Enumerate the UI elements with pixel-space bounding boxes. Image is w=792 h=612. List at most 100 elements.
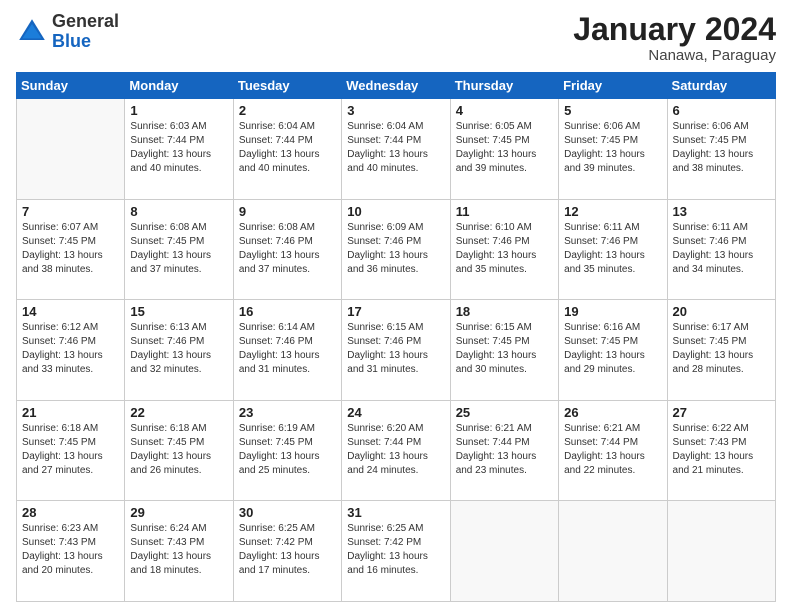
week-row-3: 14Sunrise: 6:12 AMSunset: 7:46 PMDayligh…	[17, 300, 776, 401]
day-cell: 24Sunrise: 6:20 AMSunset: 7:44 PMDayligh…	[342, 400, 450, 501]
day-number: 28	[22, 505, 119, 520]
title-block: January 2024 Nanawa, Paraguay	[573, 12, 776, 64]
day-info: Sunrise: 6:18 AMSunset: 7:45 PMDaylight:…	[22, 422, 119, 478]
day-cell: 2 Sunrise: 6:04 AMSunset: 7:44 PMDaylight…	[233, 99, 341, 200]
logo-general: General	[52, 11, 119, 31]
day-cell: 22 Sunrise: 6:18 AMSunset: 7:45 PMDayligh…	[125, 400, 233, 501]
day-info: Sunrise: 6:06 AMSunset: 7:45 PMDaylight:…	[564, 120, 661, 176]
header: General Blue January 2024 Nanawa, Paragu…	[16, 12, 776, 64]
weekday-header-row: Sunday Monday Tuesday Wednesday Thursday…	[17, 73, 776, 99]
day-info: Sunrise: 6:08 AMSunset: 7:45 PMDaylight:…	[130, 221, 227, 277]
logo-text: General Blue	[52, 12, 119, 52]
day-number: 2	[239, 103, 336, 118]
day-info: Sunrise: 6:04 AMSunset: 7:44 PMDaylight:…	[347, 120, 444, 176]
header-monday: Monday	[125, 73, 233, 99]
logo-icon	[16, 16, 48, 48]
day-info: Sunrise: 6:17 AMSunset: 7:45 PMDaylight:…	[673, 321, 770, 377]
day-info: Sunrise: 6:21 AMSunset: 7:44 PMDaylight:…	[456, 422, 553, 478]
week-row-1: 1 Sunrise: 6:03 AMSunset: 7:44 PMDaylight…	[17, 99, 776, 200]
day-cell: 4Sunrise: 6:05 AMSunset: 7:45 PMDaylight…	[450, 99, 558, 200]
day-cell: 26 Sunrise: 6:21 AMSunset: 7:44 PMDayligh…	[559, 400, 667, 501]
day-cell: 15 Sunrise: 6:13 AMSunset: 7:46 PMDayligh…	[125, 300, 233, 401]
day-info: Sunrise: 6:04 AMSunset: 7:44 PMDaylight:…	[239, 120, 336, 176]
day-number: 27	[673, 405, 770, 420]
day-cell: 21 Sunrise: 6:18 AMSunset: 7:45 PMDayligh…	[17, 400, 125, 501]
header-friday: Friday	[559, 73, 667, 99]
day-number: 15	[130, 304, 227, 319]
week-row-5: 28 Sunrise: 6:23 AMSunset: 7:43 PMDayligh…	[17, 501, 776, 602]
day-info: Sunrise: 6:13 AMSunset: 7:46 PMDaylight:…	[130, 321, 227, 377]
day-number: 11	[456, 204, 553, 219]
day-cell: 19Sunrise: 6:16 AMSunset: 7:45 PMDayligh…	[559, 300, 667, 401]
header-sunday: Sunday	[17, 73, 125, 99]
day-cell	[450, 501, 558, 602]
day-cell: 31 Sunrise: 6:25 AMSunset: 7:42 PMDayligh…	[342, 501, 450, 602]
day-number: 13	[673, 204, 770, 219]
logo-blue: Blue	[52, 31, 91, 51]
day-number: 1	[130, 103, 227, 118]
day-number: 17	[347, 304, 444, 319]
day-info: Sunrise: 6:25 AMSunset: 7:42 PMDaylight:…	[239, 522, 336, 578]
day-cell: 13 Sunrise: 6:11 AMSunset: 7:46 PMDayligh…	[667, 199, 775, 300]
header-tuesday: Tuesday	[233, 73, 341, 99]
day-info: Sunrise: 6:23 AMSunset: 7:43 PMDaylight:…	[22, 522, 119, 578]
day-cell: 5 Sunrise: 6:06 AMSunset: 7:45 PMDaylight…	[559, 99, 667, 200]
day-number: 31	[347, 505, 444, 520]
day-info: Sunrise: 6:15 AMSunset: 7:46 PMDaylight:…	[347, 321, 444, 377]
day-number: 4	[456, 103, 553, 118]
day-number: 5	[564, 103, 661, 118]
day-number: 10	[347, 204, 444, 219]
day-cell: 3 Sunrise: 6:04 AMSunset: 7:44 PMDaylight…	[342, 99, 450, 200]
day-info: Sunrise: 6:09 AMSunset: 7:46 PMDaylight:…	[347, 221, 444, 277]
day-number: 21	[22, 405, 119, 420]
day-info: Sunrise: 6:11 AMSunset: 7:46 PMDaylight:…	[564, 221, 661, 277]
day-cell: 12Sunrise: 6:11 AMSunset: 7:46 PMDayligh…	[559, 199, 667, 300]
day-number: 16	[239, 304, 336, 319]
day-number: 23	[239, 405, 336, 420]
day-info: Sunrise: 6:06 AMSunset: 7:45 PMDaylight:…	[673, 120, 770, 176]
header-wednesday: Wednesday	[342, 73, 450, 99]
day-number: 14	[22, 304, 119, 319]
page: General Blue January 2024 Nanawa, Paragu…	[0, 0, 792, 612]
day-cell: 8Sunrise: 6:08 AMSunset: 7:45 PMDaylight…	[125, 199, 233, 300]
day-cell: 6 Sunrise: 6:06 AMSunset: 7:45 PMDaylight…	[667, 99, 775, 200]
day-info: Sunrise: 6:11 AMSunset: 7:46 PMDaylight:…	[673, 221, 770, 277]
day-number: 6	[673, 103, 770, 118]
day-cell: 18 Sunrise: 6:15 AMSunset: 7:45 PMDayligh…	[450, 300, 558, 401]
day-number: 29	[130, 505, 227, 520]
day-number: 20	[673, 304, 770, 319]
day-info: Sunrise: 6:15 AMSunset: 7:45 PMDaylight:…	[456, 321, 553, 377]
day-number: 22	[130, 405, 227, 420]
day-cell: 7Sunrise: 6:07 AMSunset: 7:45 PMDaylight…	[17, 199, 125, 300]
day-info: Sunrise: 6:08 AMSunset: 7:46 PMDaylight:…	[239, 221, 336, 277]
day-number: 3	[347, 103, 444, 118]
day-info: Sunrise: 6:25 AMSunset: 7:42 PMDaylight:…	[347, 522, 444, 578]
day-cell: 1 Sunrise: 6:03 AMSunset: 7:44 PMDaylight…	[125, 99, 233, 200]
header-saturday: Saturday	[667, 73, 775, 99]
day-number: 18	[456, 304, 553, 319]
day-number: 19	[564, 304, 661, 319]
day-info: Sunrise: 6:21 AMSunset: 7:44 PMDaylight:…	[564, 422, 661, 478]
day-cell: 28 Sunrise: 6:23 AMSunset: 7:43 PMDayligh…	[17, 501, 125, 602]
day-info: Sunrise: 6:24 AMSunset: 7:43 PMDaylight:…	[130, 522, 227, 578]
day-number: 25	[456, 405, 553, 420]
day-info: Sunrise: 6:22 AMSunset: 7:43 PMDaylight:…	[673, 422, 770, 478]
day-cell: 10 Sunrise: 6:09 AMSunset: 7:46 PMDayligh…	[342, 199, 450, 300]
header-thursday: Thursday	[450, 73, 558, 99]
day-cell: 9Sunrise: 6:08 AMSunset: 7:46 PMDaylight…	[233, 199, 341, 300]
day-info: Sunrise: 6:03 AMSunset: 7:44 PMDaylight:…	[130, 120, 227, 176]
day-info: Sunrise: 6:07 AMSunset: 7:45 PMDaylight:…	[22, 221, 119, 277]
day-cell: 29 Sunrise: 6:24 AMSunset: 7:43 PMDayligh…	[125, 501, 233, 602]
day-info: Sunrise: 6:18 AMSunset: 7:45 PMDaylight:…	[130, 422, 227, 478]
day-number: 26	[564, 405, 661, 420]
logo: General Blue	[16, 12, 119, 52]
day-info: Sunrise: 6:14 AMSunset: 7:46 PMDaylight:…	[239, 321, 336, 377]
calendar-table: Sunday Monday Tuesday Wednesday Thursday…	[16, 72, 776, 602]
day-cell: 20 Sunrise: 6:17 AMSunset: 7:45 PMDayligh…	[667, 300, 775, 401]
day-cell: 16 Sunrise: 6:14 AMSunset: 7:46 PMDayligh…	[233, 300, 341, 401]
day-cell: 23Sunrise: 6:19 AMSunset: 7:45 PMDayligh…	[233, 400, 341, 501]
day-info: Sunrise: 6:20 AMSunset: 7:44 PMDaylight:…	[347, 422, 444, 478]
day-cell: 11 Sunrise: 6:10 AMSunset: 7:46 PMDayligh…	[450, 199, 558, 300]
day-info: Sunrise: 6:10 AMSunset: 7:46 PMDaylight:…	[456, 221, 553, 277]
day-cell	[17, 99, 125, 200]
